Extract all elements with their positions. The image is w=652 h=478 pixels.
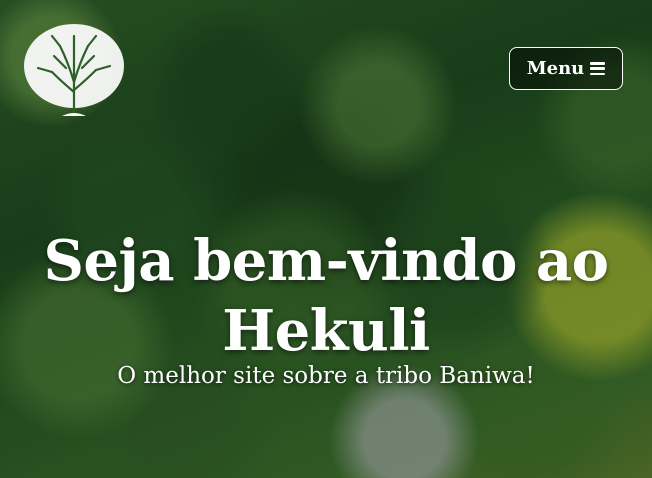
title-line-1: Seja bem-vindo ao xyxy=(43,228,609,294)
menu-button[interactable]: Menu xyxy=(509,47,623,90)
page-title: Seja bem-vindo ao Hekuli xyxy=(0,226,652,366)
title-line-2: Hekuli xyxy=(222,298,430,364)
menu-label: Menu xyxy=(526,58,585,79)
hero-section: Menu Seja bem-vindo ao Hekuli O melhor s… xyxy=(0,0,652,478)
tree-logo-icon[interactable] xyxy=(22,22,126,118)
page-subtitle: O melhor site sobre a tribo Baniwa! xyxy=(117,363,535,389)
hero-text: Seja bem-vindo ao Hekuli O melhor site s… xyxy=(0,226,652,392)
hamburger-icon xyxy=(590,62,606,75)
